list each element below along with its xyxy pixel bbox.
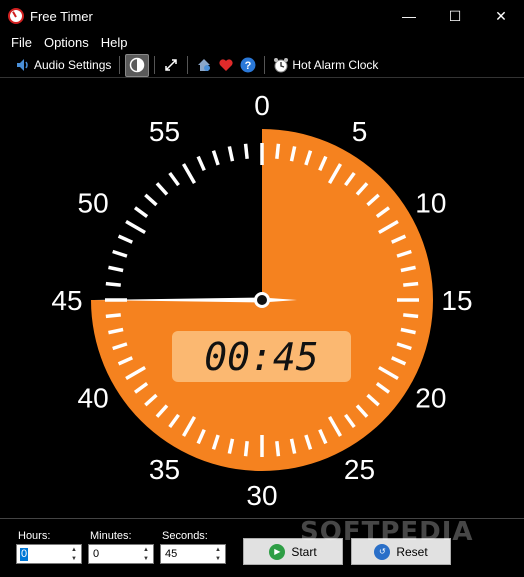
- digital-time-display: 00:45: [204, 335, 318, 379]
- dial-number: 50: [78, 188, 109, 219]
- dial-number: 30: [246, 480, 277, 511]
- dial-number: 15: [441, 285, 472, 316]
- dial-number: 0: [254, 90, 270, 121]
- minor-tick: [112, 249, 128, 258]
- window-title: Free Timer: [30, 9, 93, 24]
- dial-number: 20: [415, 383, 446, 414]
- minutes-stepper[interactable]: 0 ▲ ▼: [88, 544, 154, 564]
- minor-tick: [108, 265, 124, 273]
- seconds-stepper[interactable]: 45 ▲ ▼: [160, 544, 226, 564]
- minor-tick: [275, 441, 281, 457]
- menu-options[interactable]: Options: [38, 35, 95, 50]
- spin-down-icon[interactable]: ▼: [71, 556, 77, 562]
- home-button[interactable]: [193, 54, 215, 77]
- favorite-button[interactable]: [215, 54, 237, 77]
- dial-number: 55: [149, 116, 180, 147]
- close-button[interactable]: ✕: [478, 0, 524, 32]
- minor-tick: [196, 155, 206, 171]
- minor-tick: [105, 281, 121, 287]
- home-icon: [198, 59, 211, 71]
- dial-number: 45: [51, 285, 82, 316]
- dial-number: 40: [78, 383, 109, 414]
- spin-down-icon[interactable]: ▼: [143, 556, 149, 562]
- spin-up-icon[interactable]: ▲: [71, 547, 77, 553]
- toolbar-separator: [154, 56, 156, 74]
- hot-alarm-clock-label: Hot Alarm Clock: [292, 58, 379, 72]
- menu-file[interactable]: File: [5, 35, 38, 50]
- hot-alarm-clock-button[interactable]: Hot Alarm Clock: [270, 54, 381, 77]
- clock-face: 0 5 10 15 20 25 30 35 40 45 50 55 00:45: [51, 90, 472, 511]
- app-icon: [8, 8, 24, 24]
- maximize-button[interactable]: ☐: [432, 0, 478, 32]
- hours-spin-arrows[interactable]: ▲ ▼: [67, 545, 81, 563]
- expand-icon: [165, 59, 178, 71]
- speaker-icon: [17, 59, 28, 71]
- minor-tick: [227, 146, 235, 162]
- minor-tick: [243, 143, 249, 159]
- hours-stepper[interactable]: 0 ▲ ▼: [16, 544, 82, 564]
- hand-pivot-center: [257, 295, 267, 305]
- minor-tick: [105, 313, 121, 319]
- minor-tick: [155, 182, 169, 196]
- seconds-label: Seconds:: [162, 530, 208, 542]
- watermark: SOFTPEDIA: [300, 517, 474, 547]
- minimize-button[interactable]: —: [386, 0, 432, 32]
- spin-up-icon[interactable]: ▲: [215, 547, 221, 553]
- minor-tick: [243, 441, 249, 457]
- minor-tick: [144, 193, 158, 207]
- minor-tick: [133, 206, 149, 218]
- minor-tick: [275, 143, 281, 159]
- toolbar-separator: [187, 56, 189, 74]
- audio-settings-button[interactable]: Audio Settings: [12, 54, 114, 77]
- fullscreen-button[interactable]: [160, 54, 182, 77]
- heart-icon: [219, 59, 233, 71]
- hours-label: Hours:: [18, 530, 51, 542]
- dial-number: 5: [352, 116, 368, 147]
- menu-bar: File Options Help: [0, 32, 524, 52]
- menu-help[interactable]: Help: [95, 35, 134, 50]
- spin-up-icon[interactable]: ▲: [143, 547, 149, 553]
- toolbar-separator: [264, 56, 266, 74]
- contrast-icon: [130, 57, 145, 73]
- minor-tick: [117, 234, 133, 244]
- toolbar-separator: [119, 56, 121, 74]
- dial-number: 10: [415, 188, 446, 219]
- minutes-spin-arrows[interactable]: ▲ ▼: [139, 545, 153, 563]
- seconds-spin-arrows[interactable]: ▲ ▼: [211, 545, 225, 563]
- dial-number: 35: [149, 454, 180, 485]
- minor-tick: [168, 171, 180, 187]
- minor-tick: [211, 150, 220, 166]
- help-button[interactable]: ?: [237, 54, 259, 77]
- play-icon: ▶: [269, 543, 286, 560]
- minutes-label: Minutes:: [90, 530, 132, 542]
- contrast-toggle-button[interactable]: [125, 53, 150, 77]
- hours-value[interactable]: 0: [20, 548, 29, 561]
- audio-settings-label: Audio Settings: [34, 58, 112, 72]
- timer-clock: 0 5 10 15 20 25 30 35 40 45 50 55 00:45: [0, 79, 524, 516]
- seconds-value[interactable]: 45: [164, 548, 178, 561]
- toolbar: Audio Settings ? Hot Alarm Clock: [0, 53, 524, 78]
- major-tick: [125, 219, 146, 235]
- major-tick: [181, 163, 197, 184]
- spin-down-icon[interactable]: ▼: [215, 556, 221, 562]
- minor-tick: [403, 281, 419, 287]
- title-bar: Free Timer — ☐ ✕: [0, 0, 524, 32]
- dial-number: 25: [344, 454, 375, 485]
- help-icon: ?: [240, 57, 256, 73]
- svg-text:?: ?: [245, 60, 252, 72]
- minutes-value[interactable]: 0: [92, 548, 100, 561]
- alarm-clock-icon: [274, 58, 289, 73]
- minor-tick: [403, 313, 419, 319]
